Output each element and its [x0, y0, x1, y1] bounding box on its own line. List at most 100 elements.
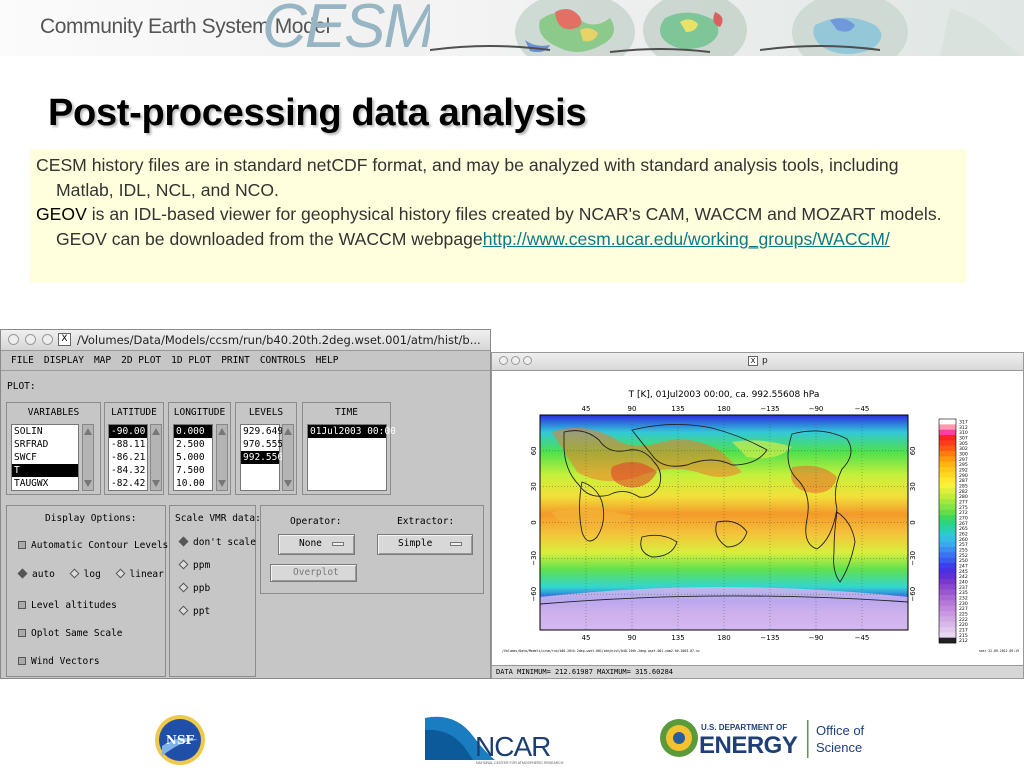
latitude-list-item[interactable]: -86.21 [109, 451, 147, 464]
latitude-group: LATITUDE -90.00 -88.11 -86.21 -84.32 -82.42 [104, 402, 164, 495]
colorbar-tick-label: 255 [959, 548, 968, 554]
close-window-icon[interactable] [8, 334, 19, 345]
x-tick-label-bottom: −90 [809, 634, 824, 642]
radio-linear-label: linear [129, 569, 164, 580]
colorbar-swatch [939, 445, 956, 452]
x-tick-label-bottom: 180 [717, 634, 730, 642]
colorbar-tick-label: 310 [959, 430, 968, 436]
colorbar-swatch [939, 493, 956, 500]
contour-scale-radios: auto log linear [17, 568, 164, 580]
latitude-list-item[interactable]: -90.00 [109, 425, 147, 438]
extractor-dropdown[interactable]: Simple [377, 534, 473, 555]
maximize-window-icon[interactable] [523, 356, 532, 365]
colorbar-tick-label: 230 [959, 601, 968, 607]
radio-linear-icon[interactable] [115, 568, 125, 579]
plot-footer-date: ncar 22.09.2012 09:19 [979, 649, 1019, 653]
minimize-window-icon[interactable] [25, 334, 36, 345]
vmr-ppm-option[interactable]: ppm [178, 559, 210, 571]
menu-help[interactable]: HELP [316, 351, 339, 371]
waccm-link[interactable]: http://www.cesm.ucar.edu/working_groups/… [483, 229, 890, 249]
x-tick-label-bottom: 45 [582, 634, 591, 642]
longitude-list-item[interactable]: 10.00 [174, 477, 212, 490]
longitude-list[interactable]: 0.000 2.500 5.000 7.500 10.00 [173, 424, 213, 491]
latitude-list-item[interactable]: -82.42 [109, 477, 147, 490]
y-tick-label-left: −60 [530, 587, 538, 602]
latitude-scrollbar[interactable] [150, 424, 162, 491]
variables-list-item[interactable]: TAUGWX [12, 477, 78, 490]
auto-contour-checkbox[interactable] [18, 541, 26, 549]
wind-vectors-option[interactable]: Wind Vectors [18, 656, 100, 667]
levels-list-item[interactable]: 970.555 [241, 438, 283, 451]
levels-list-item[interactable]: 992.556 [241, 451, 283, 464]
longitude-scrollbar[interactable] [216, 424, 228, 491]
level-altitudes-option[interactable]: Level altitudes [18, 600, 117, 611]
auto-contour-option[interactable]: Automatic Contour Levels [18, 540, 168, 551]
menu-2d-plot[interactable]: 2D PLOT [121, 351, 161, 371]
colorbar-tick-label: 227 [959, 606, 968, 612]
longitude-list-item[interactable]: 7.500 [174, 464, 212, 477]
latitude-list-item[interactable]: -84.32 [109, 464, 147, 477]
variables-list-item[interactable]: SRFRAD [12, 438, 78, 451]
vmr-ppt-option[interactable]: ppt [178, 605, 211, 617]
colorbar-tick-label: 235 [959, 590, 968, 596]
vmr-ppm-radio-icon[interactable] [178, 559, 189, 570]
plot-window-title: p [762, 356, 768, 366]
levels-list[interactable]: 929.649 970.555 992.556 [240, 424, 283, 491]
level-altitudes-checkbox[interactable] [18, 601, 26, 609]
minimize-window-icon[interactable] [511, 356, 520, 365]
maximize-window-icon[interactable] [42, 334, 53, 345]
longitude-list-item[interactable]: 2.500 [174, 438, 212, 451]
overplot-button[interactable]: Overplot [270, 564, 357, 582]
colorbar-tick-label: 215 [959, 633, 968, 639]
variables-list-item[interactable]: T [12, 464, 78, 477]
levels-scrollbar[interactable] [282, 424, 294, 491]
variables-list-item[interactable]: SWCF [12, 451, 78, 464]
operator-dropdown[interactable]: None [278, 534, 355, 555]
time-list-item[interactable]: 01Jul2003 00:00 [308, 425, 396, 438]
levels-list-item[interactable]: 929.649 [241, 425, 283, 438]
x-tick-label-bottom: 90 [628, 634, 637, 642]
display-options-group: Display Options: Automatic Contour Level… [6, 505, 168, 677]
variables-scrollbar[interactable] [82, 424, 94, 491]
longitude-list-item[interactable]: 0.000 [174, 425, 212, 438]
colorbar-tick-label: 312 [959, 425, 968, 431]
menu-display[interactable]: DISPLAY [44, 351, 84, 371]
menu-controls[interactable]: CONTROLS [260, 351, 306, 371]
globe-images [430, 0, 1024, 56]
colorbar-tick-label: 250 [959, 558, 968, 564]
wind-vectors-checkbox[interactable] [18, 657, 26, 665]
vmr-ppt-label: ppt [193, 606, 211, 617]
latitude-list-item[interactable]: -88.11 [109, 438, 147, 451]
variables-list[interactable]: SOLIN SRFRAD SWCF T TAUGWX [11, 424, 79, 491]
colorbar-swatch [939, 616, 956, 622]
nsf-logo-text: NSF [166, 733, 195, 747]
colorbar-swatch [939, 531, 956, 537]
variables-list-item[interactable]: SOLIN [12, 425, 78, 438]
description-box: CESM history files are in standard netCD… [30, 149, 966, 283]
longitude-list-item[interactable]: 5.000 [174, 451, 212, 464]
menu-map[interactable]: MAP [94, 351, 111, 371]
colorbar-tick-label: 232 [959, 596, 968, 602]
paragraph-geov: GEOV is an IDL-based viewer for geophysi… [36, 202, 960, 251]
time-list[interactable]: 01Jul2003 00:00 [307, 424, 396, 491]
colorbar-swatch [939, 589, 956, 596]
latitude-list[interactable]: -90.00 -88.11 -86.21 -84.32 -82.42 [108, 424, 148, 491]
oplot-same-scale-option[interactable]: Oplot Same Scale [18, 628, 123, 639]
colorbar-tick-label: 307 [959, 436, 968, 442]
vmr-dont-scale-radio-icon[interactable] [178, 536, 189, 547]
vmr-ppb-option[interactable]: ppb [178, 582, 210, 594]
temperature-map-plot: 45 45 90 90 135 135 180 180 −135 −135 −90 −90 −45 −45… [502, 390, 1019, 653]
vmr-ppt-radio-icon[interactable] [178, 605, 189, 616]
colorbar-tick-label: 290 [959, 473, 968, 479]
menu-print[interactable]: PRINT [221, 351, 250, 371]
menu-1d-plot[interactable]: 1D PLOT [171, 351, 211, 371]
colorbar-swatch [939, 504, 956, 510]
oplot-same-scale-checkbox[interactable] [18, 629, 26, 637]
menu-file[interactable]: FILE [11, 351, 34, 371]
close-window-icon[interactable] [499, 356, 508, 365]
colorbar-tick-label: 257 [959, 542, 968, 548]
radio-auto-icon[interactable] [17, 568, 28, 579]
vmr-dont-scale-option[interactable]: don't scale [178, 536, 256, 548]
radio-log-icon[interactable] [69, 568, 80, 579]
vmr-ppb-radio-icon[interactable] [178, 582, 189, 593]
